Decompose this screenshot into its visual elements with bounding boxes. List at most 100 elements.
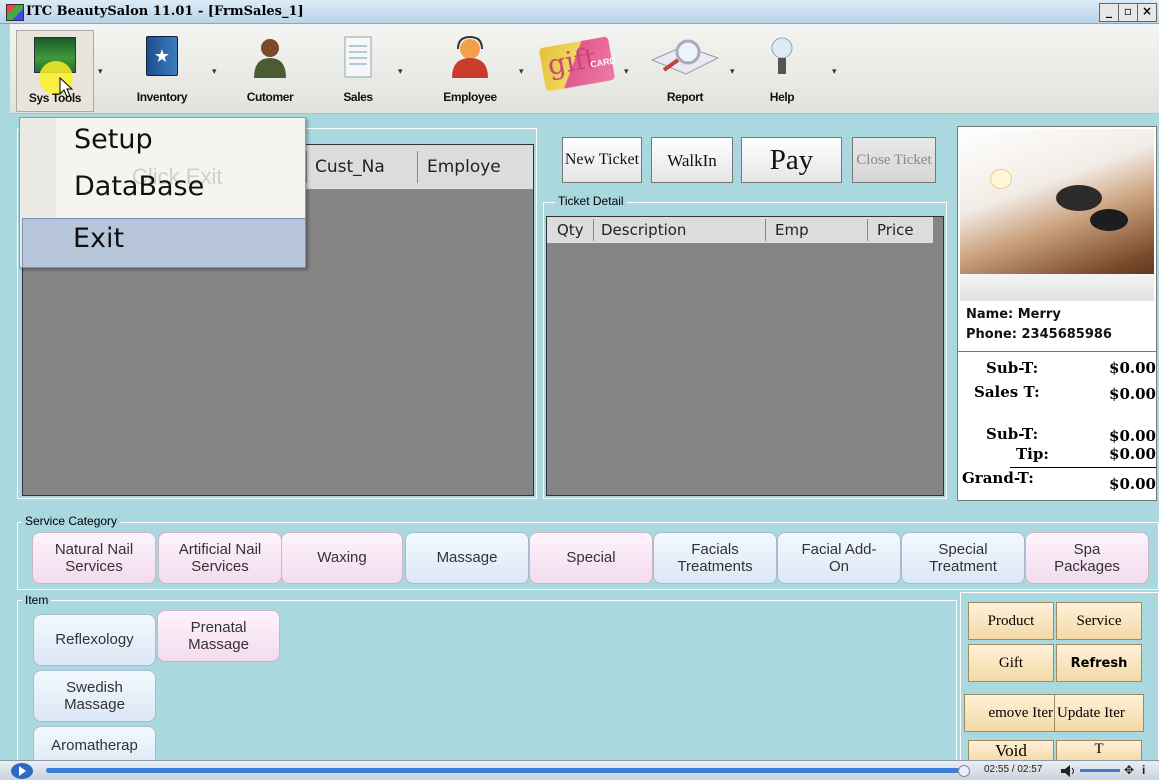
help-button[interactable]: Help bbox=[752, 30, 812, 110]
category-label: Spa Packages bbox=[1054, 540, 1120, 575]
main-toolbar: Sys Tools ▾ ★ Inventory ▾ Cutomer Sales … bbox=[10, 24, 1159, 114]
playback-time: 02:55 / 02:57 bbox=[984, 764, 1043, 775]
item-button-label: Aromatherap bbox=[51, 737, 138, 754]
sys-tools-button[interactable]: Sys Tools bbox=[16, 30, 94, 112]
new-ticket-button[interactable]: New Ticket bbox=[562, 137, 642, 183]
magnifier-book-icon bbox=[650, 39, 720, 75]
refresh-button[interactable]: Refresh bbox=[1056, 644, 1142, 682]
dropdown-arrow-icon: ▾ bbox=[832, 66, 837, 76]
category-spa-packages[interactable]: Spa Packages bbox=[1025, 532, 1149, 584]
column-header-price[interactable]: Price bbox=[877, 221, 914, 239]
progress-handle[interactable] bbox=[958, 765, 970, 777]
app-icon bbox=[6, 4, 24, 21]
person-icon bbox=[254, 39, 286, 78]
hot-stone bbox=[1056, 185, 1102, 211]
play-icon[interactable] bbox=[10, 762, 34, 780]
customer-name-label: Name: bbox=[966, 307, 1014, 322]
info-icon[interactable]: i bbox=[1142, 763, 1145, 777]
item-prenatal-massage[interactable]: Prenatal Massage bbox=[157, 610, 280, 662]
menu-item-database[interactable]: DataBase bbox=[74, 171, 204, 202]
report-label: Report bbox=[666, 90, 704, 104]
gift-card-button[interactable]: gift CARD bbox=[537, 30, 617, 110]
subtotal-label: Sub-T: bbox=[986, 359, 1039, 377]
column-header-emp[interactable]: Emp bbox=[775, 221, 809, 239]
window-title: ITC BeautySalon 11.01 - [FrmSales_1] bbox=[26, 4, 304, 19]
category-facial-add-on[interactable]: Facial Add- On bbox=[777, 532, 901, 584]
item-reflexology[interactable]: Reflexology bbox=[33, 614, 156, 666]
subtotal2-label: Sub-T: bbox=[986, 425, 1039, 443]
report-dropdown[interactable]: ▾ bbox=[726, 30, 742, 110]
volume-slider[interactable] bbox=[1080, 769, 1120, 772]
sales-label: Sales bbox=[343, 90, 373, 104]
flower-decoration bbox=[990, 169, 1012, 189]
menu-item-setup[interactable]: Setup bbox=[74, 124, 153, 155]
inventory-button[interactable]: ★ Inventory bbox=[122, 30, 202, 110]
category-label: Massage bbox=[436, 549, 498, 567]
gift-dropdown[interactable]: ▾ bbox=[620, 30, 636, 110]
book-icon: ★ bbox=[146, 36, 178, 76]
employee-dropdown[interactable]: ▾ bbox=[515, 30, 531, 110]
lightbulb-icon bbox=[771, 37, 793, 74]
service-button[interactable]: Service bbox=[1056, 602, 1142, 640]
category-special-treatment[interactable]: Special Treatment bbox=[901, 532, 1025, 584]
category-label: Special bbox=[566, 549, 616, 567]
maximize-button[interactable]: ▫ bbox=[1118, 3, 1138, 22]
sales-button[interactable]: Sales bbox=[328, 30, 388, 110]
dropdown-arrow-icon: ▾ bbox=[730, 66, 735, 76]
customer-phone-row: Phone: 2345685986 bbox=[966, 327, 1112, 342]
tip-value: $0.00 bbox=[1109, 445, 1156, 463]
dropdown-arrow-icon: ▾ bbox=[98, 66, 103, 76]
extra-button[interactable]: T bbox=[1056, 740, 1142, 762]
ticket-detail-list[interactable]: Qty Description Emp Price bbox=[546, 216, 944, 496]
customer-phone-label: Phone: bbox=[966, 327, 1017, 342]
customer-phone: 2345685986 bbox=[1021, 327, 1112, 342]
update-item-button[interactable]: Update Iter bbox=[1054, 694, 1144, 732]
sales-tax-label: Sales T: bbox=[974, 383, 1040, 401]
remove-item-button[interactable]: emove Iter bbox=[964, 694, 1056, 732]
gift-button[interactable]: Gift bbox=[968, 644, 1054, 682]
tip-label: Tip: bbox=[1016, 445, 1049, 463]
pay-button[interactable]: Pay bbox=[741, 137, 842, 183]
menu-item-exit[interactable]: Exit bbox=[22, 218, 306, 268]
minimize-button[interactable]: _ bbox=[1099, 3, 1119, 22]
ticket-detail-header: Qty Description Emp Price bbox=[547, 217, 933, 244]
column-header-cust-name[interactable]: Cust_Na bbox=[315, 157, 385, 177]
item-button-label: Swedish Massage bbox=[64, 678, 125, 713]
help-dropdown[interactable]: ▾ bbox=[828, 30, 844, 110]
item-button-label: Prenatal Massage bbox=[188, 618, 249, 653]
category-massage[interactable]: Massage bbox=[405, 532, 529, 584]
category-label: Facials Treatments bbox=[677, 540, 753, 575]
column-header-description[interactable]: Description bbox=[601, 221, 686, 239]
subtotal2-value: $0.00 bbox=[1109, 427, 1156, 445]
category-natural-nail[interactable]: Natural Nail Services bbox=[32, 532, 156, 584]
progress-bar[interactable] bbox=[46, 768, 964, 773]
fullscreen-icon[interactable]: ✥ bbox=[1124, 763, 1134, 777]
category-waxing[interactable]: Waxing bbox=[281, 532, 403, 584]
product-button[interactable]: Product bbox=[968, 602, 1054, 640]
category-label: Waxing bbox=[317, 549, 367, 567]
column-header-employee[interactable]: Employe bbox=[427, 157, 501, 177]
column-header-qty[interactable]: Qty bbox=[557, 221, 584, 239]
sales-dropdown[interactable]: ▾ bbox=[394, 30, 410, 110]
void-button[interactable]: Void bbox=[968, 740, 1054, 762]
report-button[interactable]: Report bbox=[638, 30, 732, 110]
item-button-label: Reflexology bbox=[55, 631, 134, 649]
close-ticket-button[interactable]: Close Ticket bbox=[852, 137, 936, 183]
employee-label: Employee bbox=[443, 90, 497, 104]
hot-stone bbox=[1090, 209, 1128, 231]
sys-tools-dropdown[interactable]: ▾ bbox=[92, 30, 112, 110]
close-window-button[interactable]: × bbox=[1137, 3, 1157, 22]
customer-button[interactable]: Cutomer bbox=[230, 30, 310, 110]
category-facials[interactable]: Facials Treatments bbox=[653, 532, 777, 584]
category-artificial-nail[interactable]: Artificial Nail Services bbox=[158, 532, 282, 584]
volume-icon[interactable] bbox=[1060, 764, 1076, 778]
item-swedish-massage[interactable]: Swedish Massage bbox=[33, 670, 156, 722]
employee-button[interactable]: Employee bbox=[425, 30, 515, 110]
customer-name: Merry bbox=[1017, 307, 1061, 322]
category-label: Special Treatment bbox=[929, 540, 997, 575]
document-icon bbox=[344, 36, 372, 78]
inventory-dropdown[interactable]: ▾ bbox=[208, 30, 224, 110]
sys-tools-menu: Click Exit Setup DataBase Exit bbox=[19, 117, 306, 268]
category-special[interactable]: Special bbox=[529, 532, 653, 584]
walk-in-button[interactable]: WalkIn bbox=[651, 137, 733, 183]
